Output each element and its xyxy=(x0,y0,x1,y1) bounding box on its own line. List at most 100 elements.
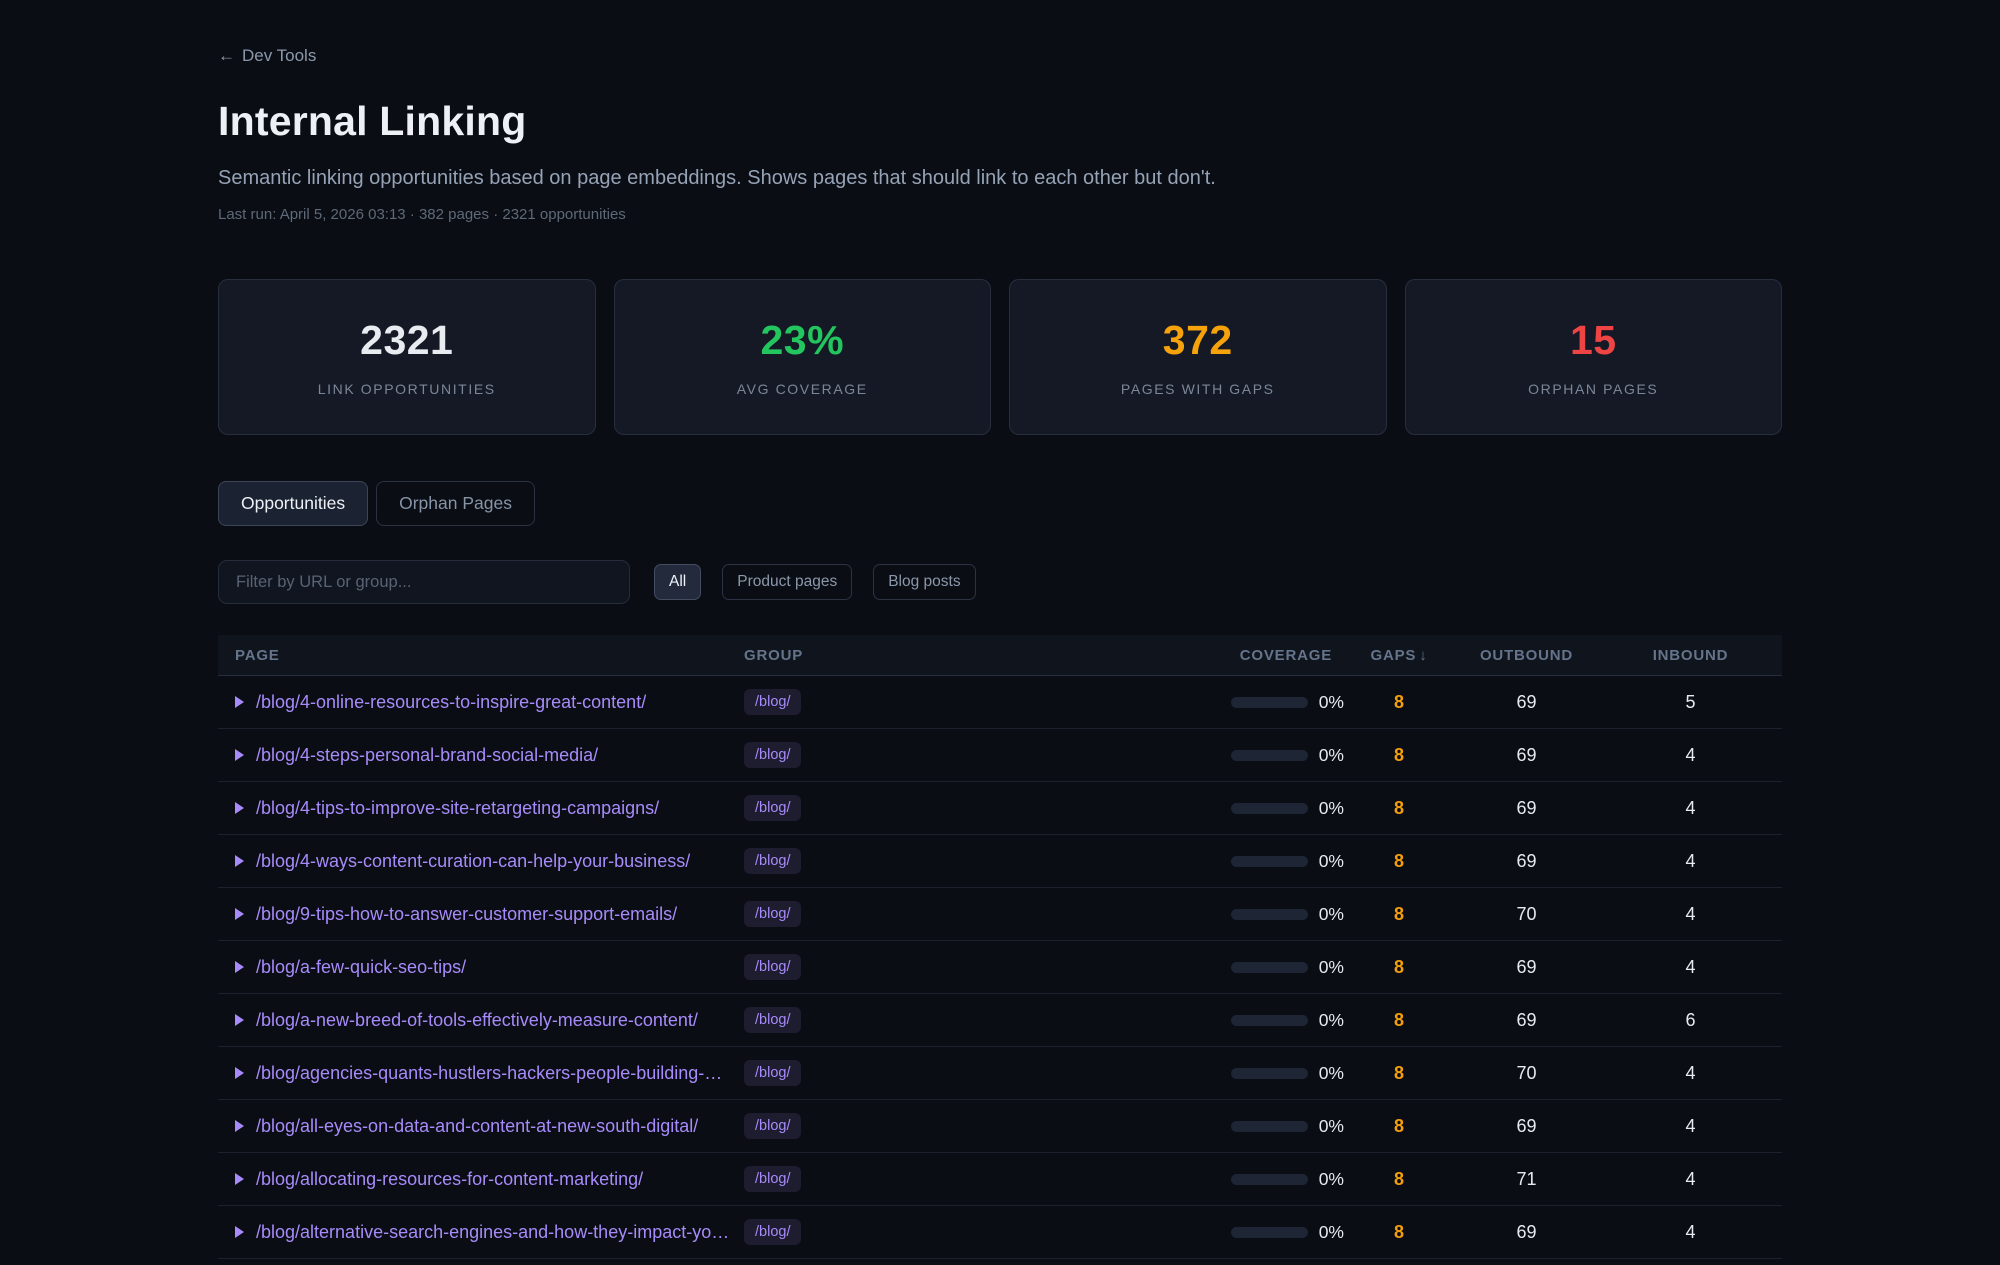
table-body: /blog/4-online-resources-to-inspire-grea… xyxy=(218,676,1782,1259)
coverage-progress-bar xyxy=(1231,1068,1308,1079)
stat-label: ORPHAN PAGES xyxy=(1528,381,1658,397)
table-header-row: PAGE GROUP COVERAGE GAPS↓ OUTBOUND INBOU… xyxy=(218,635,1782,676)
coverage-progress-bar xyxy=(1231,1227,1308,1238)
coverage-cell: 0% xyxy=(1144,1116,1344,1137)
coverage-percent: 0% xyxy=(1319,957,1344,978)
stat-card: 372 PAGES WITH GAPS xyxy=(1009,279,1387,435)
page-url-link[interactable]: /blog/a-new-breed-of-tools-effectively-m… xyxy=(256,1010,698,1031)
group-badge: /blog/ xyxy=(744,689,801,715)
table-row[interactable]: /blog/4-ways-content-curation-can-help-y… xyxy=(218,835,1782,888)
outbound-value: 69 xyxy=(1454,1116,1599,1137)
page-url-link[interactable]: /blog/9-tips-how-to-answer-customer-supp… xyxy=(256,904,677,925)
coverage-percent: 0% xyxy=(1319,798,1344,819)
inbound-value: 4 xyxy=(1599,1222,1782,1243)
chip-blog-posts[interactable]: Blog posts xyxy=(873,564,975,600)
column-header-inbound[interactable]: INBOUND xyxy=(1599,647,1782,664)
stat-card: 2321 LINK OPPORTUNITIES xyxy=(218,279,596,435)
group-cell: /blog/ xyxy=(744,1007,1144,1033)
gaps-value: 8 xyxy=(1344,1010,1454,1031)
table-row[interactable]: /blog/4-tips-to-improve-site-retargeting… xyxy=(218,782,1782,835)
expand-row-icon[interactable] xyxy=(235,961,244,973)
coverage-percent: 0% xyxy=(1319,745,1344,766)
table-row[interactable]: /blog/agencies-quants-hustlers-hackers-p… xyxy=(218,1047,1782,1100)
page-url-link[interactable]: /blog/all-eyes-on-data-and-content-at-ne… xyxy=(256,1116,698,1137)
expand-row-icon[interactable] xyxy=(235,1120,244,1132)
page-cell: /blog/a-new-breed-of-tools-effectively-m… xyxy=(218,1010,744,1031)
column-header-gaps[interactable]: GAPS↓ xyxy=(1344,647,1454,664)
coverage-progress-bar xyxy=(1231,750,1308,761)
page-url-link[interactable]: /blog/agencies-quants-hustlers-hackers-p… xyxy=(256,1063,722,1084)
inbound-value: 6 xyxy=(1599,1010,1782,1031)
expand-row-icon[interactable] xyxy=(235,908,244,920)
expand-row-icon[interactable] xyxy=(235,749,244,761)
page-url-link[interactable]: /blog/a-few-quick-seo-tips/ xyxy=(256,957,466,978)
coverage-cell: 0% xyxy=(1144,1063,1344,1084)
internal-linking-page: ← Dev Tools Internal Linking Semantic li… xyxy=(218,0,1782,1259)
sort-desc-icon: ↓ xyxy=(1419,647,1427,664)
page-url-link[interactable]: /blog/4-steps-personal-brand-social-medi… xyxy=(256,745,598,766)
coverage-percent: 0% xyxy=(1319,692,1344,713)
table-row[interactable]: /blog/all-eyes-on-data-and-content-at-ne… xyxy=(218,1100,1782,1153)
page-url-link[interactable]: /blog/4-online-resources-to-inspire-grea… xyxy=(256,692,646,713)
chip-product-pages[interactable]: Product pages xyxy=(722,564,852,600)
expand-row-icon[interactable] xyxy=(235,855,244,867)
back-to-dev-tools-link[interactable]: ← Dev Tools xyxy=(218,46,316,66)
table-row[interactable]: /blog/alternative-search-engines-and-how… xyxy=(218,1206,1782,1259)
expand-row-icon[interactable] xyxy=(235,1067,244,1079)
table-row[interactable]: /blog/allocating-resources-for-content-m… xyxy=(218,1153,1782,1206)
page-url-link[interactable]: /blog/4-tips-to-improve-site-retargeting… xyxy=(256,798,659,819)
outbound-value: 70 xyxy=(1454,1063,1599,1084)
expand-row-icon[interactable] xyxy=(235,1014,244,1026)
page-cell: /blog/4-online-resources-to-inspire-grea… xyxy=(218,692,744,713)
stat-value: 15 xyxy=(1570,317,1617,364)
expand-row-icon[interactable] xyxy=(235,802,244,814)
stats-row: 2321 LINK OPPORTUNITIES 23% AVG COVERAGE… xyxy=(218,279,1782,435)
page-cell: /blog/4-ways-content-curation-can-help-y… xyxy=(218,851,744,872)
table-row[interactable]: /blog/a-new-breed-of-tools-effectively-m… xyxy=(218,994,1782,1047)
page-url-link[interactable]: /blog/alternative-search-engines-and-how… xyxy=(256,1222,729,1243)
stat-card: 23% AVG COVERAGE xyxy=(614,279,992,435)
coverage-progress-bar xyxy=(1231,1174,1308,1185)
page-cell: /blog/4-steps-personal-brand-social-medi… xyxy=(218,745,744,766)
column-header-page[interactable]: PAGE xyxy=(218,647,744,664)
tab-opportunities[interactable]: Opportunities xyxy=(218,481,368,526)
coverage-percent: 0% xyxy=(1319,851,1344,872)
page-cell: /blog/9-tips-how-to-answer-customer-supp… xyxy=(218,904,744,925)
expand-row-icon[interactable] xyxy=(235,1226,244,1238)
expand-row-icon[interactable] xyxy=(235,696,244,708)
group-badge: /blog/ xyxy=(744,795,801,821)
table-row[interactable]: /blog/4-online-resources-to-inspire-grea… xyxy=(218,676,1782,729)
coverage-progress-bar xyxy=(1231,856,1308,867)
column-header-coverage[interactable]: COVERAGE xyxy=(1144,647,1344,664)
tab-orphan-pages[interactable]: Orphan Pages xyxy=(376,481,535,526)
group-badge: /blog/ xyxy=(744,848,801,874)
group-badge: /blog/ xyxy=(744,954,801,980)
chip-all[interactable]: All xyxy=(654,564,701,600)
coverage-cell: 0% xyxy=(1144,957,1344,978)
group-badge: /blog/ xyxy=(744,901,801,927)
outbound-value: 69 xyxy=(1454,745,1599,766)
group-badge: /blog/ xyxy=(744,1060,801,1086)
coverage-cell: 0% xyxy=(1144,1222,1344,1243)
group-cell: /blog/ xyxy=(744,742,1144,768)
page-url-link[interactable]: /blog/allocating-resources-for-content-m… xyxy=(256,1169,643,1190)
gaps-value: 8 xyxy=(1344,1222,1454,1243)
coverage-percent: 0% xyxy=(1319,1063,1344,1084)
table-row[interactable]: /blog/4-steps-personal-brand-social-medi… xyxy=(218,729,1782,782)
group-badge: /blog/ xyxy=(744,742,801,768)
table-row[interactable]: /blog/a-few-quick-seo-tips/ /blog/ 0% 8 … xyxy=(218,941,1782,994)
inbound-value: 4 xyxy=(1599,851,1782,872)
outbound-value: 69 xyxy=(1454,1010,1599,1031)
group-cell: /blog/ xyxy=(744,848,1144,874)
column-header-group[interactable]: GROUP xyxy=(744,647,1144,664)
group-badge: /blog/ xyxy=(744,1166,801,1192)
column-header-outbound[interactable]: OUTBOUND xyxy=(1454,647,1599,664)
table-row[interactable]: /blog/9-tips-how-to-answer-customer-supp… xyxy=(218,888,1782,941)
page-url-link[interactable]: /blog/4-ways-content-curation-can-help-y… xyxy=(256,851,690,872)
filter-input[interactable] xyxy=(218,560,630,604)
group-badge: /blog/ xyxy=(744,1219,801,1245)
coverage-percent: 0% xyxy=(1319,1010,1344,1031)
coverage-progress-bar xyxy=(1231,697,1308,708)
coverage-percent: 0% xyxy=(1319,1116,1344,1137)
expand-row-icon[interactable] xyxy=(235,1173,244,1185)
